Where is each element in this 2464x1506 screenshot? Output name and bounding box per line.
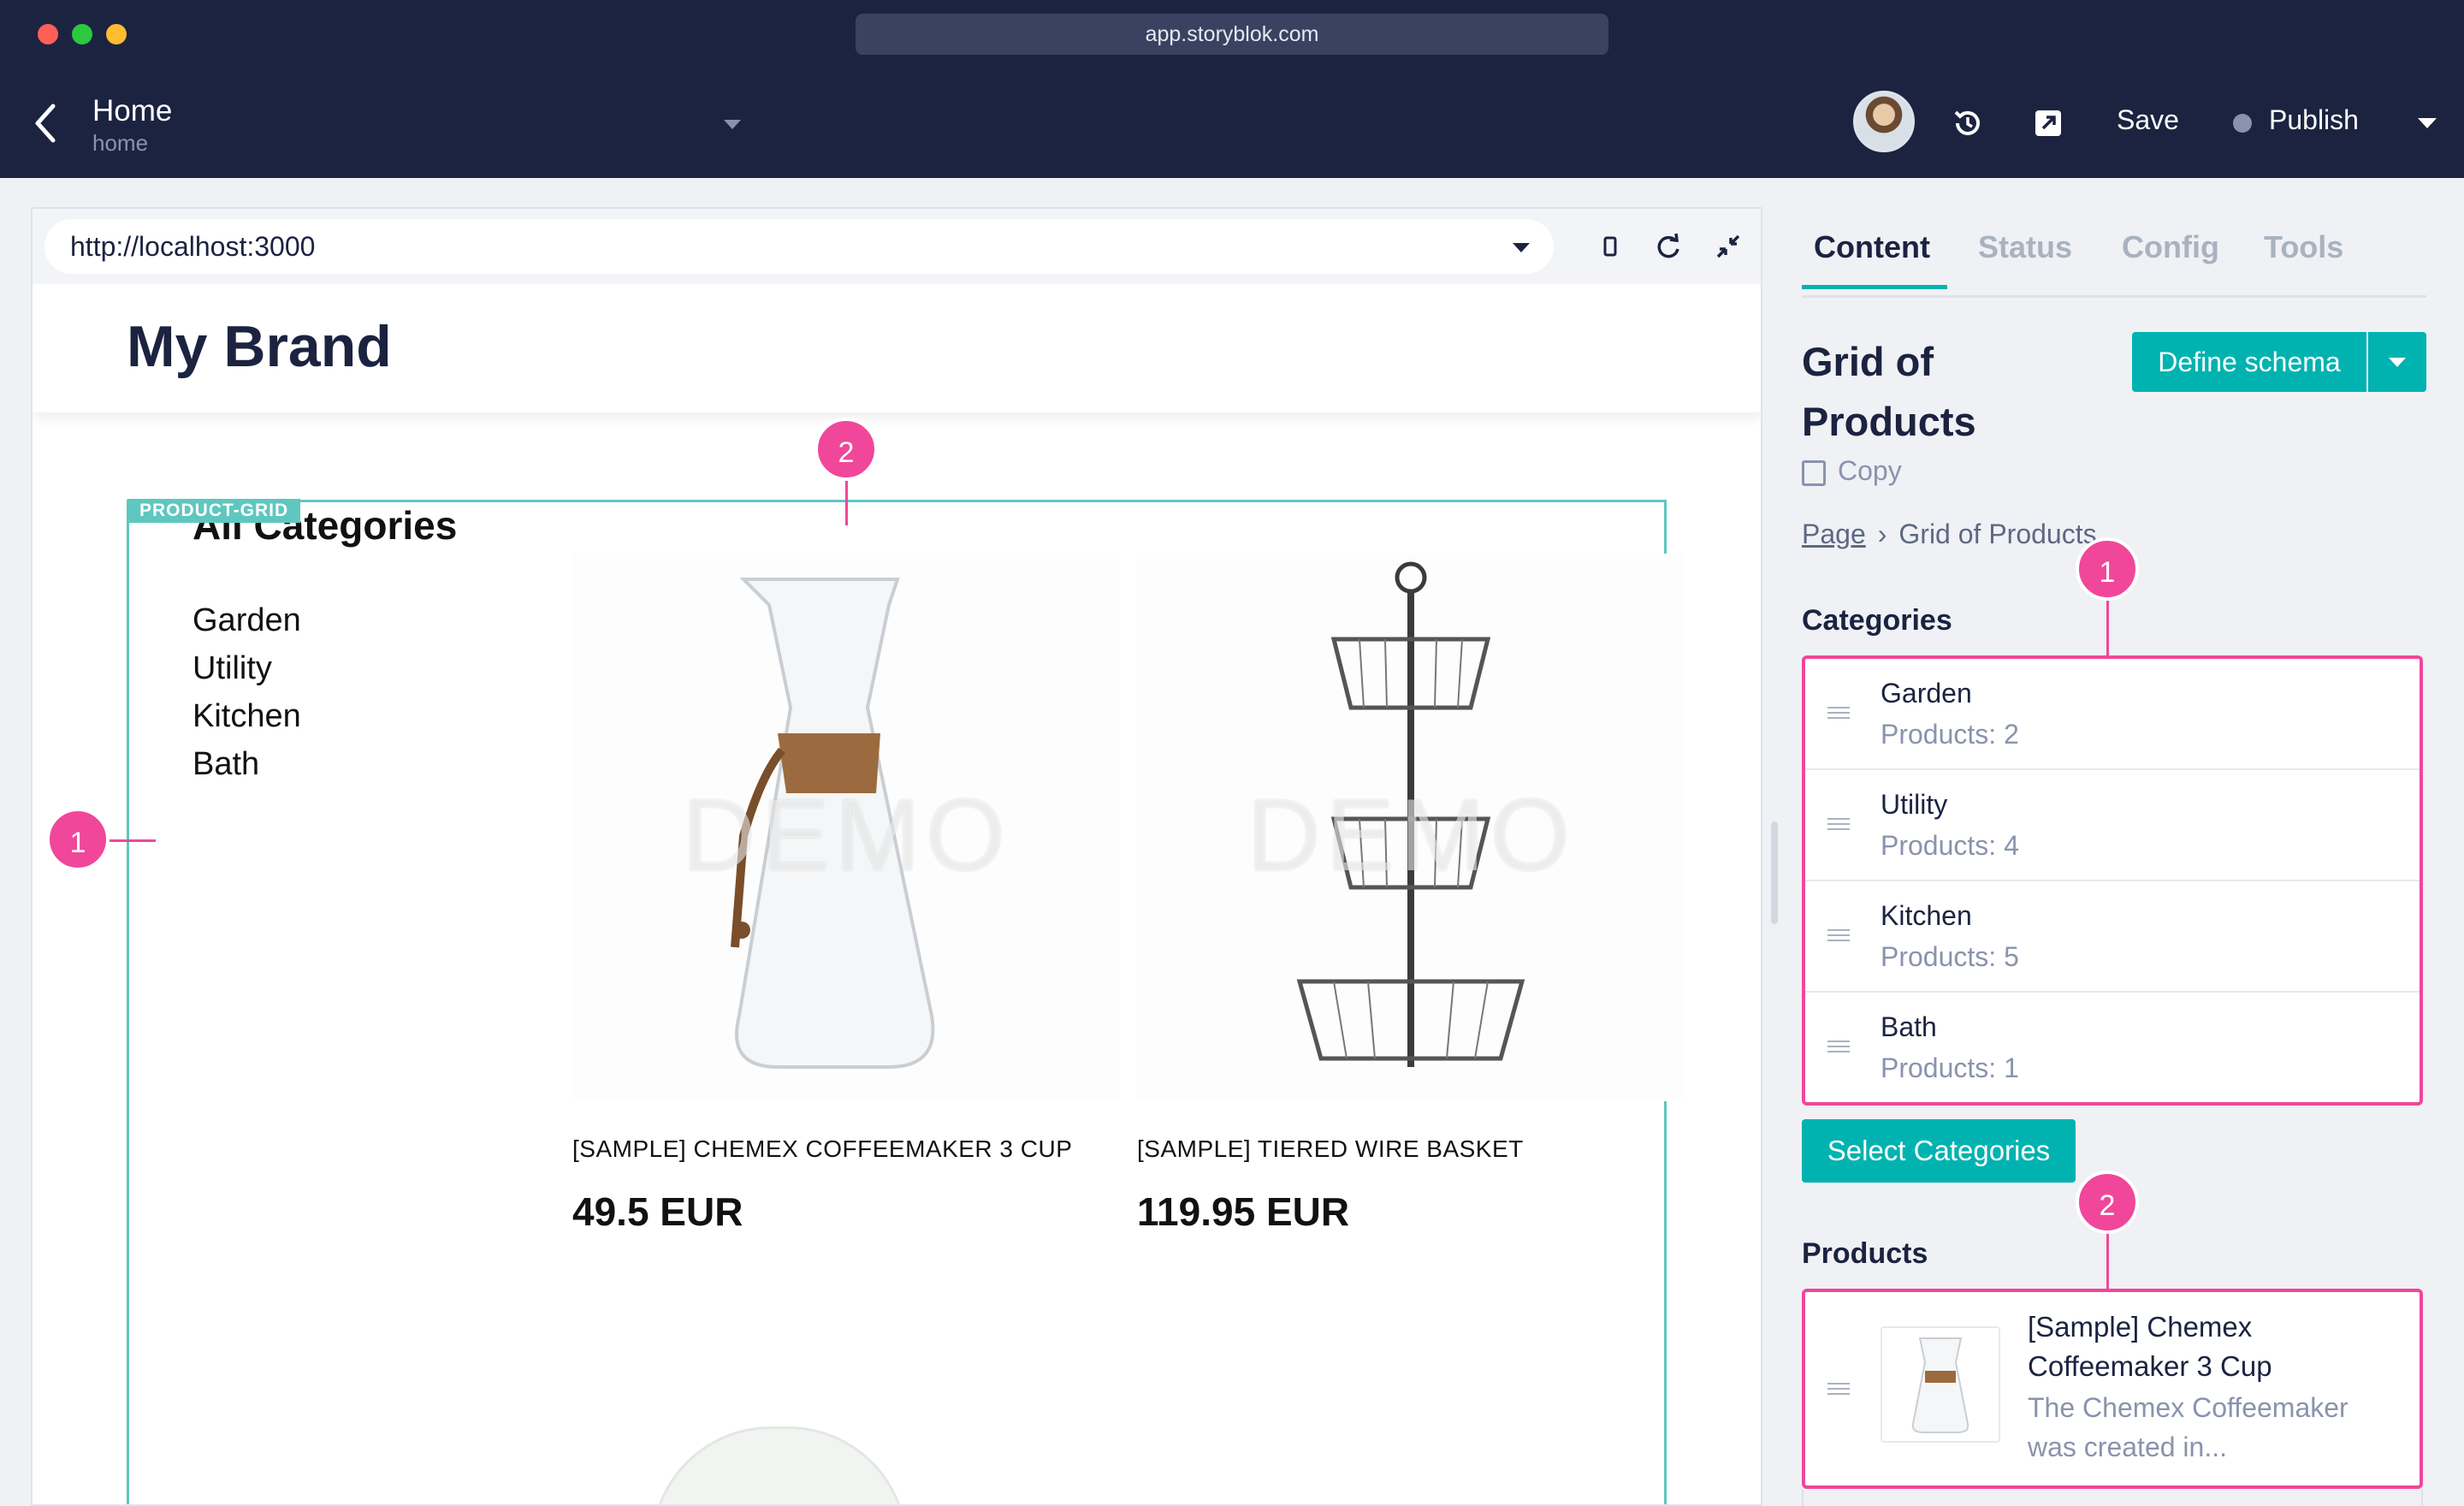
brand-logo-text[interactable]: My Brand: [127, 313, 392, 380]
category-item[interactable]: Bath Products: 1: [1805, 993, 2420, 1104]
product-name: [SAMPLE] CHEMEX COFFEEMAKER 3 CUP: [572, 1135, 1073, 1162]
history-icon[interactable]: [1949, 104, 1987, 142]
chevron-left-icon: [35, 104, 56, 143]
category-item-count: Products: 5: [1881, 941, 2019, 972]
annotation-line: [2106, 601, 2109, 655]
editor-main: http://localhost:3000 My Brand PRODUCT-G…: [0, 178, 2464, 1506]
category-link[interactable]: Bath: [192, 740, 301, 788]
content-sidebar: Content Status Config Tools Grid of Prod…: [1802, 178, 2426, 1506]
back-button[interactable]: [27, 99, 68, 147]
tab-status[interactable]: Status: [1978, 229, 2072, 265]
next-product-item-partial: [1802, 1489, 2423, 1506]
copy-icon: [1802, 460, 1826, 486]
user-avatar[interactable]: [1853, 91, 1915, 152]
category-link[interactable]: Utility: [192, 644, 301, 692]
breadcrumb: Page › Grid of Products: [1802, 519, 2097, 550]
categories-field: Garden Products: 2 Utility Products: 4 K…: [1802, 655, 2423, 1106]
product-price: 49.5 EUR: [572, 1189, 743, 1234]
drag-handle-icon[interactable]: [1827, 818, 1850, 830]
product-name: [SAMPLE] TIERED WIRE BASKET: [1137, 1135, 1524, 1162]
category-item-name: Bath: [1881, 1011, 1937, 1042]
demo-watermark: DEMO: [682, 778, 1010, 892]
category-list: Garden Utility Kitchen Bath: [192, 596, 301, 788]
product-card[interactable]: DEMO [SAMPLE] TIERED WIRE BASKET 119.95 …: [1137, 554, 1685, 1235]
copy-button[interactable]: Copy: [1802, 455, 1902, 487]
product-image: DEMO: [572, 554, 1120, 1101]
products-label: Products: [1802, 1237, 1928, 1270]
products-field: [Sample] Chemex Coffeemaker 3 Cup The Ch…: [1802, 1289, 2423, 1489]
product-item-description: The Chemex Coffeemaker was created in...: [2028, 1392, 2348, 1462]
product-grid-block[interactable]: PRODUCT-GRID All Categories Garden Utili…: [127, 499, 1685, 1504]
category-item-count: Products: 4: [1881, 830, 2019, 861]
category-item[interactable]: Kitchen Products: 5: [1805, 881, 2420, 993]
preview-toolbar: http://localhost:3000: [33, 209, 1761, 284]
annotation-marker: 1: [2076, 537, 2139, 601]
copy-label: Copy: [1838, 455, 1902, 486]
product-price: 119.95 EUR: [1137, 1189, 1350, 1234]
product-image: DEMO: [1137, 554, 1685, 1101]
panel-resize-handle[interactable]: [1771, 821, 1778, 924]
category-item-name: Garden: [1881, 678, 1972, 709]
save-button[interactable]: Save: [2117, 104, 2179, 136]
define-schema-button[interactable]: Define schema: [2132, 332, 2366, 392]
breadcrumb-page-link[interactable]: Page: [1802, 519, 1866, 549]
visual-preview: http://localhost:3000 My Brand PRODUCT-G…: [31, 207, 1762, 1506]
define-schema-dropdown-icon[interactable]: [2368, 332, 2426, 392]
close-window-button[interactable]: [38, 24, 58, 44]
annotation-marker: 1: [46, 808, 110, 871]
block-title: Grid of Products: [1802, 339, 1976, 444]
story-menu-caret-icon[interactable]: [724, 120, 741, 129]
categories-label: Categories: [1802, 604, 1952, 637]
open-external-icon[interactable]: [2029, 104, 2067, 142]
product-image-partial: [651, 1426, 908, 1504]
publish-button[interactable]: Publish: [2269, 104, 2359, 136]
story-slug: home: [92, 130, 149, 156]
chevron-right-icon: ›: [1877, 519, 1887, 549]
preview-url-text: http://localhost:3000: [70, 231, 316, 262]
category-item-name: Kitchen: [1881, 900, 1972, 931]
zoom-window-button[interactable]: [106, 24, 127, 44]
category-item-count: Products: 2: [1881, 719, 2019, 750]
preview-url-field[interactable]: http://localhost:3000: [44, 219, 1554, 274]
drag-handle-icon[interactable]: [1827, 1383, 1850, 1395]
preview-url-dropdown-icon[interactable]: [1513, 243, 1530, 252]
publish-options-caret-icon[interactable]: [2418, 118, 2437, 128]
app-header: Home home Save Publish: [0, 68, 2464, 178]
category-item-count: Products: 1: [1881, 1052, 2019, 1083]
site-header: My Brand: [33, 284, 1761, 412]
story-title: Home: [92, 94, 173, 127]
drag-handle-icon[interactable]: [1827, 929, 1850, 941]
drag-handle-icon[interactable]: [1827, 1041, 1850, 1052]
select-categories-button[interactable]: Select Categories: [1802, 1119, 2076, 1183]
tab-config[interactable]: Config: [2122, 229, 2219, 265]
tab-tools[interactable]: Tools: [2264, 229, 2343, 265]
category-link[interactable]: Garden: [192, 596, 301, 644]
annotation-marker: 2: [814, 418, 878, 481]
active-tab-indicator: [1802, 285, 1947, 289]
browser-address-bar[interactable]: app.storyblok.com: [856, 14, 1608, 55]
publish-status-dot: [2233, 114, 2252, 133]
annotation-line: [110, 839, 156, 842]
product-thumbnail: [1881, 1326, 2000, 1443]
category-item[interactable]: Utility Products: 4: [1805, 770, 2420, 881]
product-item-title[interactable]: [Sample] Chemex Coffeemaker 3 Cup: [2028, 1307, 2404, 1386]
annotation-line: [845, 481, 848, 525]
minimize-window-button[interactable]: [72, 24, 92, 44]
tab-content[interactable]: Content: [1814, 229, 1930, 265]
category-item[interactable]: Garden Products: 2: [1805, 659, 2420, 770]
browser-chrome: app.storyblok.com: [0, 0, 2464, 68]
breadcrumb-current: Grid of Products: [1898, 519, 2097, 549]
demo-watermark: DEMO: [1247, 778, 1575, 892]
mobile-view-icon[interactable]: [1593, 229, 1627, 264]
annotation-line: [2106, 1234, 2109, 1289]
component-tag: PRODUCT-GRID: [127, 499, 301, 523]
category-item-name: Utility: [1881, 789, 1948, 820]
drag-handle-icon[interactable]: [1827, 707, 1850, 719]
reload-icon[interactable]: [1651, 229, 1685, 264]
annotation-marker: 2: [2076, 1171, 2139, 1234]
collapse-icon[interactable]: [1711, 229, 1745, 264]
product-card[interactable]: DEMO [SAMPLE] CHEMEX COFFEEMAKER 3 CUP 4…: [572, 554, 1120, 1235]
category-link[interactable]: Kitchen: [192, 692, 301, 740]
